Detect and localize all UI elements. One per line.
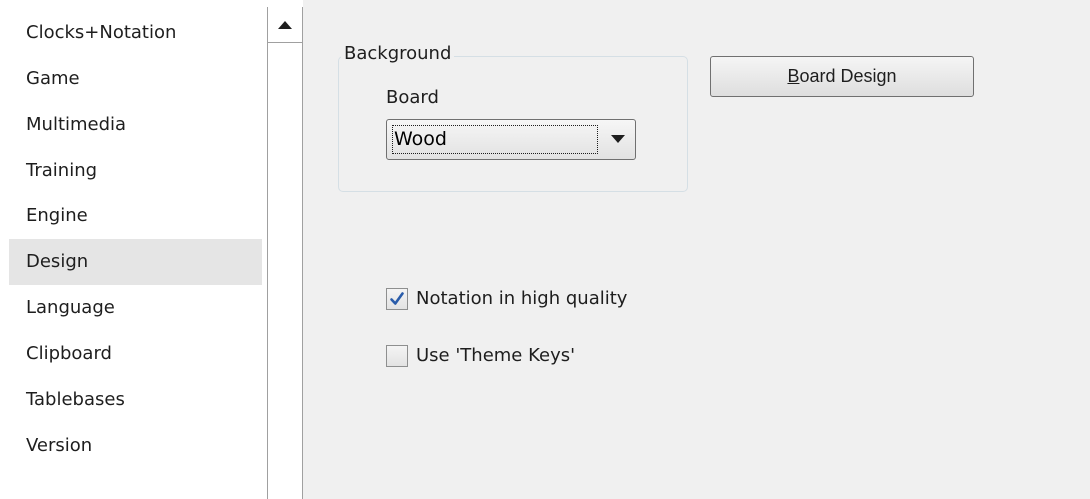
settings-category-list: Clocks+Notation Game Multimedia Training… [0, 0, 262, 499]
sidebar-item-multimedia[interactable]: Multimedia [9, 102, 262, 148]
board-design-button[interactable]: Board Design [710, 56, 974, 97]
use-theme-keys-label: Use 'Theme Keys' [416, 345, 576, 366]
board-label: Board [386, 87, 439, 108]
sidebar-item-game[interactable]: Game [9, 56, 262, 102]
sidebar-item-design[interactable]: Design [9, 239, 262, 285]
background-group-legend: Background [341, 42, 455, 66]
sidebar-item-clocks-notation[interactable]: Clocks+Notation [9, 10, 262, 56]
board-design-mnemonic: B [787, 66, 800, 86]
board-select-value: Wood [394, 128, 447, 150]
notation-high-quality-option[interactable]: Notation in high quality [386, 286, 627, 312]
triangle-up-icon [278, 20, 292, 29]
dropdown-arrow-icon [611, 135, 625, 143]
sidebar-item-tablebases[interactable]: Tablebases [9, 377, 262, 423]
sidebar-item-version[interactable]: Version [9, 423, 262, 469]
sidebar-scrollbar[interactable] [267, 7, 303, 499]
notation-high-quality-label: Notation in high quality [416, 288, 628, 309]
checkmark-icon [390, 292, 404, 305]
sidebar-item-language[interactable]: Language [9, 285, 262, 331]
use-theme-keys-option[interactable]: Use 'Theme Keys' [386, 343, 575, 369]
scroll-up-button[interactable] [268, 7, 302, 43]
notation-high-quality-checkbox[interactable] [386, 288, 408, 310]
board-select[interactable]: Wood [386, 119, 636, 160]
sidebar-item-engine[interactable]: Engine [9, 193, 262, 239]
sidebar-item-training[interactable]: Training [9, 148, 262, 194]
board-design-label: oard Design [799, 66, 897, 86]
use-theme-keys-checkbox[interactable] [386, 345, 408, 367]
sidebar-item-clipboard[interactable]: Clipboard [9, 331, 262, 377]
